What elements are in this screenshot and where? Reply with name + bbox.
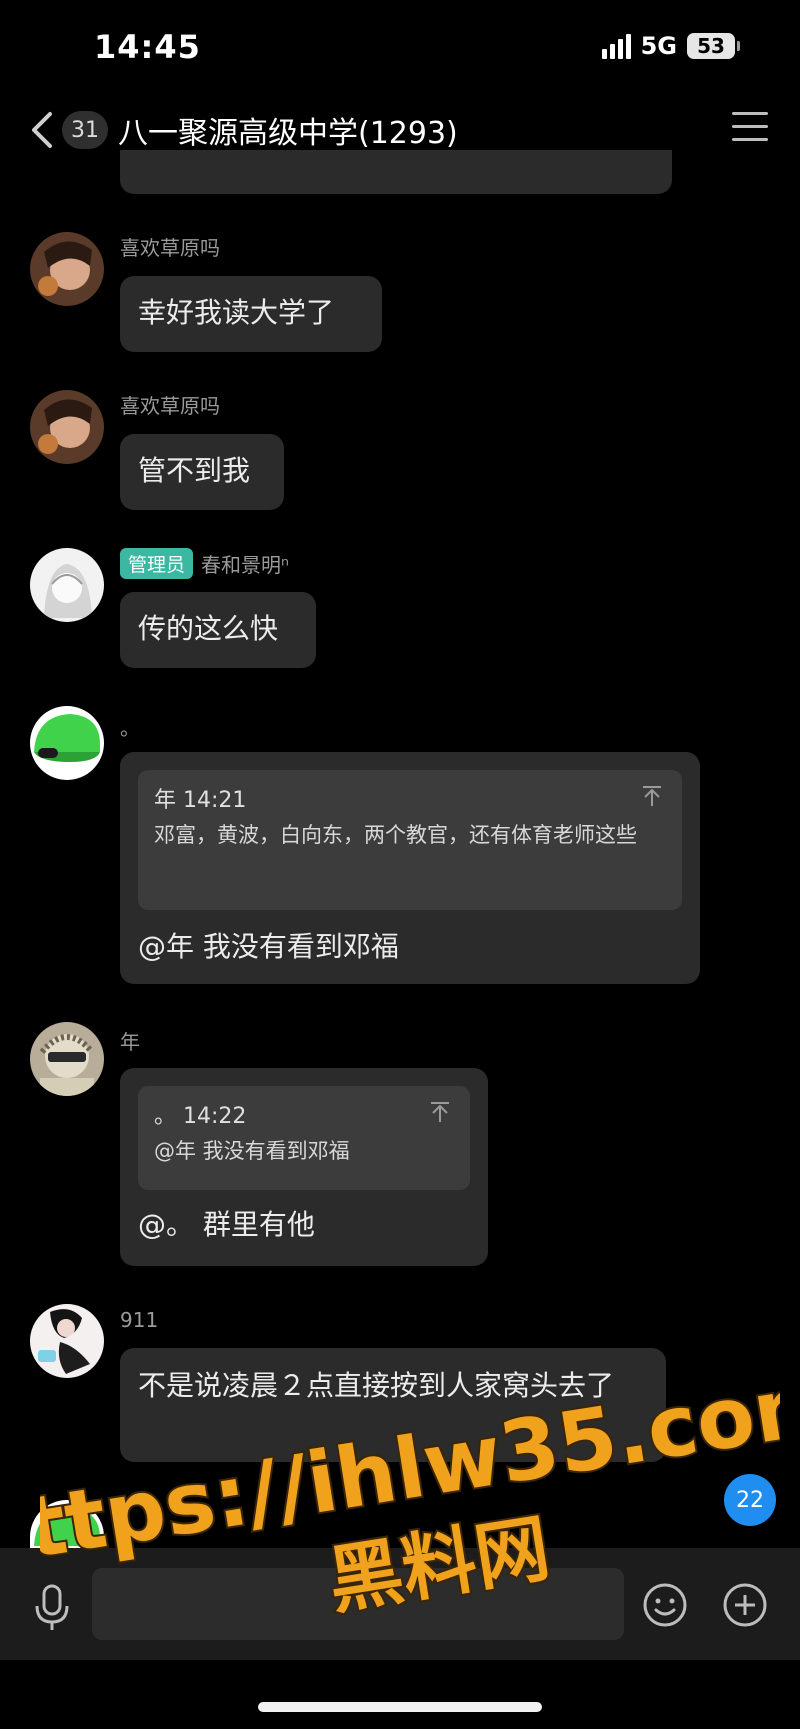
quote-header: 。 14:22	[154, 1104, 247, 1129]
message-bubble[interactable]: 。 14:22 @年 我没有看到邓福 @。 群里有他	[120, 1068, 488, 1266]
mic-icon[interactable]	[32, 1584, 72, 1632]
jump-to-quote-icon[interactable]	[640, 784, 664, 808]
quoted-message[interactable]: 年 14:21 邓富，黄波，白向东，两个教官，还有体育老师这些	[138, 770, 682, 910]
signal-icon	[601, 33, 631, 59]
sender-name: 911	[120, 1308, 159, 1332]
quote-text: 邓富，黄波，白向东，两个教官，还有体育老师这些	[154, 823, 637, 847]
message-input[interactable]	[92, 1568, 624, 1640]
home-indicator[interactable]	[258, 1702, 542, 1712]
group-title: 八一聚源高级中学(1293)	[118, 116, 458, 151]
sender-name: 喜欢草原吗	[120, 394, 220, 418]
chevron-left-icon[interactable]	[24, 108, 64, 152]
message-bubble[interactable]: 幸好我读大学了	[120, 276, 382, 352]
sender-name: 春和景明ⁿ	[201, 553, 289, 577]
avatar[interactable]	[30, 1500, 104, 1548]
status-icons: 5G 53	[601, 32, 740, 60]
quoted-message[interactable]: 。 14:22 @年 我没有看到邓福	[138, 1086, 470, 1190]
sender-name: 。	[120, 716, 140, 740]
battery-level: 53	[687, 33, 735, 59]
message-bubble[interactable]: 年 14:21 邓富，黄波，白向东，两个教官，还有体育老师这些 @年 我没有看到…	[120, 752, 700, 984]
message-bubble[interactable]: 不是说凌晨２点直接按到人家窝头去了	[120, 1348, 666, 1462]
new-messages-badge[interactable]: 22	[724, 1474, 776, 1526]
unread-count-badge[interactable]: 31	[62, 111, 108, 149]
admin-tag: 管理员	[120, 548, 194, 579]
message-text: @年 我没有看到邓福	[138, 930, 399, 963]
quote-text: @年 我没有看到邓福	[154, 1139, 350, 1163]
sender-name: 年	[120, 1030, 140, 1054]
avatar[interactable]	[30, 706, 104, 780]
avatar[interactable]	[30, 1304, 104, 1378]
message-text: @。 群里有他	[138, 1208, 315, 1241]
network-type: 5G	[640, 32, 677, 60]
input-bar	[0, 1548, 800, 1660]
avatar[interactable]	[30, 548, 104, 622]
emoji-icon[interactable]	[642, 1582, 688, 1628]
avatar[interactable]	[30, 1022, 104, 1096]
plus-icon[interactable]	[722, 1582, 768, 1628]
sender-name: 喜欢草原吗	[120, 236, 220, 260]
sender-line: 管理员 春和景明ⁿ	[120, 548, 289, 579]
avatar[interactable]	[30, 232, 104, 306]
quote-header: 年 14:21	[154, 788, 247, 813]
message-bubble[interactable]: 传的这么快	[120, 592, 316, 668]
avatar[interactable]	[30, 390, 104, 464]
message-bubble[interactable]: 管不到我	[120, 434, 284, 510]
status-time: 14:45	[94, 28, 201, 66]
jump-to-quote-icon[interactable]	[428, 1100, 452, 1124]
menu-icon[interactable]	[732, 112, 768, 144]
battery-icon: 53	[687, 33, 740, 59]
previous-message-bubble	[120, 150, 672, 194]
